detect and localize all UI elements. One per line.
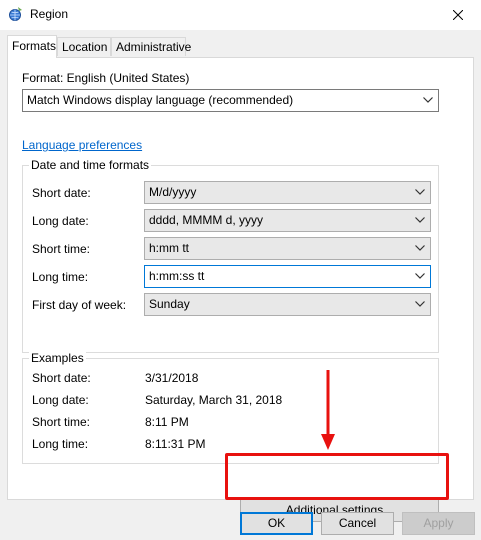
tab-formats-label: Formats	[12, 39, 57, 53]
tab-formats[interactable]: Formats	[7, 35, 57, 58]
short-date-label: Short date:	[32, 186, 91, 200]
long-date-label: Long date:	[32, 214, 89, 228]
chevron-down-icon	[415, 301, 425, 307]
annotation-highlight-box	[225, 453, 449, 500]
format-label: Format: English (United States)	[22, 71, 190, 85]
cancel-button[interactable]: Cancel	[321, 512, 394, 535]
example-long-time-value: 8:11:31 PM	[145, 437, 206, 451]
region-globe-icon	[9, 7, 22, 21]
first-day-of-week-value: Sunday	[149, 297, 190, 311]
example-short-date-value: 3/31/2018	[145, 371, 199, 385]
tab-administrative-label: Administrative	[116, 40, 192, 54]
date-time-formats-title: Date and time formats	[29, 158, 152, 172]
examples-title: Examples	[29, 351, 86, 365]
annotation-arrow-icon	[321, 370, 335, 450]
apply-label: Apply	[423, 516, 454, 530]
example-long-time-label: Long time:	[32, 437, 89, 451]
date-time-formats-group: Date and time formats Short date: M/d/yy…	[22, 158, 439, 353]
apply-button[interactable]: Apply	[402, 512, 475, 535]
ok-button[interactable]: OK	[240, 512, 313, 535]
short-time-label: Short time:	[32, 242, 91, 256]
chevron-down-icon	[415, 245, 425, 251]
short-date-dropdown[interactable]: M/d/yyyy	[144, 181, 431, 204]
short-time-dropdown[interactable]: h:mm tt	[144, 237, 431, 260]
chevron-down-icon	[415, 273, 425, 279]
long-time-dropdown[interactable]: h:mm:ss tt	[144, 265, 431, 288]
examples-group: Examples Short date: 3/31/2018 Long date…	[22, 351, 439, 464]
example-long-date-label: Long date:	[32, 393, 89, 407]
cancel-label: Cancel	[338, 516, 377, 530]
tab-location[interactable]: Location	[57, 37, 111, 56]
first-day-of-week-label: First day of week:	[32, 298, 127, 312]
close-icon	[453, 10, 463, 20]
example-long-date-value: Saturday, March 31, 2018	[145, 393, 283, 407]
language-preferences-link[interactable]: Language preferences	[22, 138, 142, 152]
example-short-time-label: Short time:	[32, 415, 91, 429]
chevron-down-icon	[415, 217, 425, 223]
short-date-value: M/d/yyyy	[149, 185, 197, 199]
close-button[interactable]	[435, 0, 481, 30]
example-short-time-value: 8:11 PM	[145, 415, 189, 429]
window-title: Region	[30, 7, 69, 21]
short-time-value: h:mm tt	[149, 241, 190, 255]
chevron-down-icon	[415, 189, 425, 195]
first-day-of-week-dropdown[interactable]: Sunday	[144, 293, 431, 316]
long-time-value: h:mm:ss tt	[149, 269, 205, 283]
format-dropdown[interactable]: Match Windows display language (recommen…	[22, 89, 439, 112]
long-time-label: Long time:	[32, 270, 89, 284]
chevron-down-icon	[423, 97, 433, 103]
title-bar: Region	[0, 0, 481, 30]
example-short-date-label: Short date:	[32, 371, 91, 385]
ok-label: OK	[267, 516, 286, 530]
tab-location-label: Location	[62, 40, 108, 54]
long-date-dropdown[interactable]: dddd, MMMM d, yyyy	[144, 209, 431, 232]
tab-administrative[interactable]: Administrative	[111, 37, 191, 56]
format-dropdown-value: Match Windows display language (recommen…	[27, 93, 294, 107]
formats-panel: Format: English (United States) Match Wi…	[7, 57, 474, 522]
long-date-value: dddd, MMMM d, yyyy	[149, 213, 264, 227]
